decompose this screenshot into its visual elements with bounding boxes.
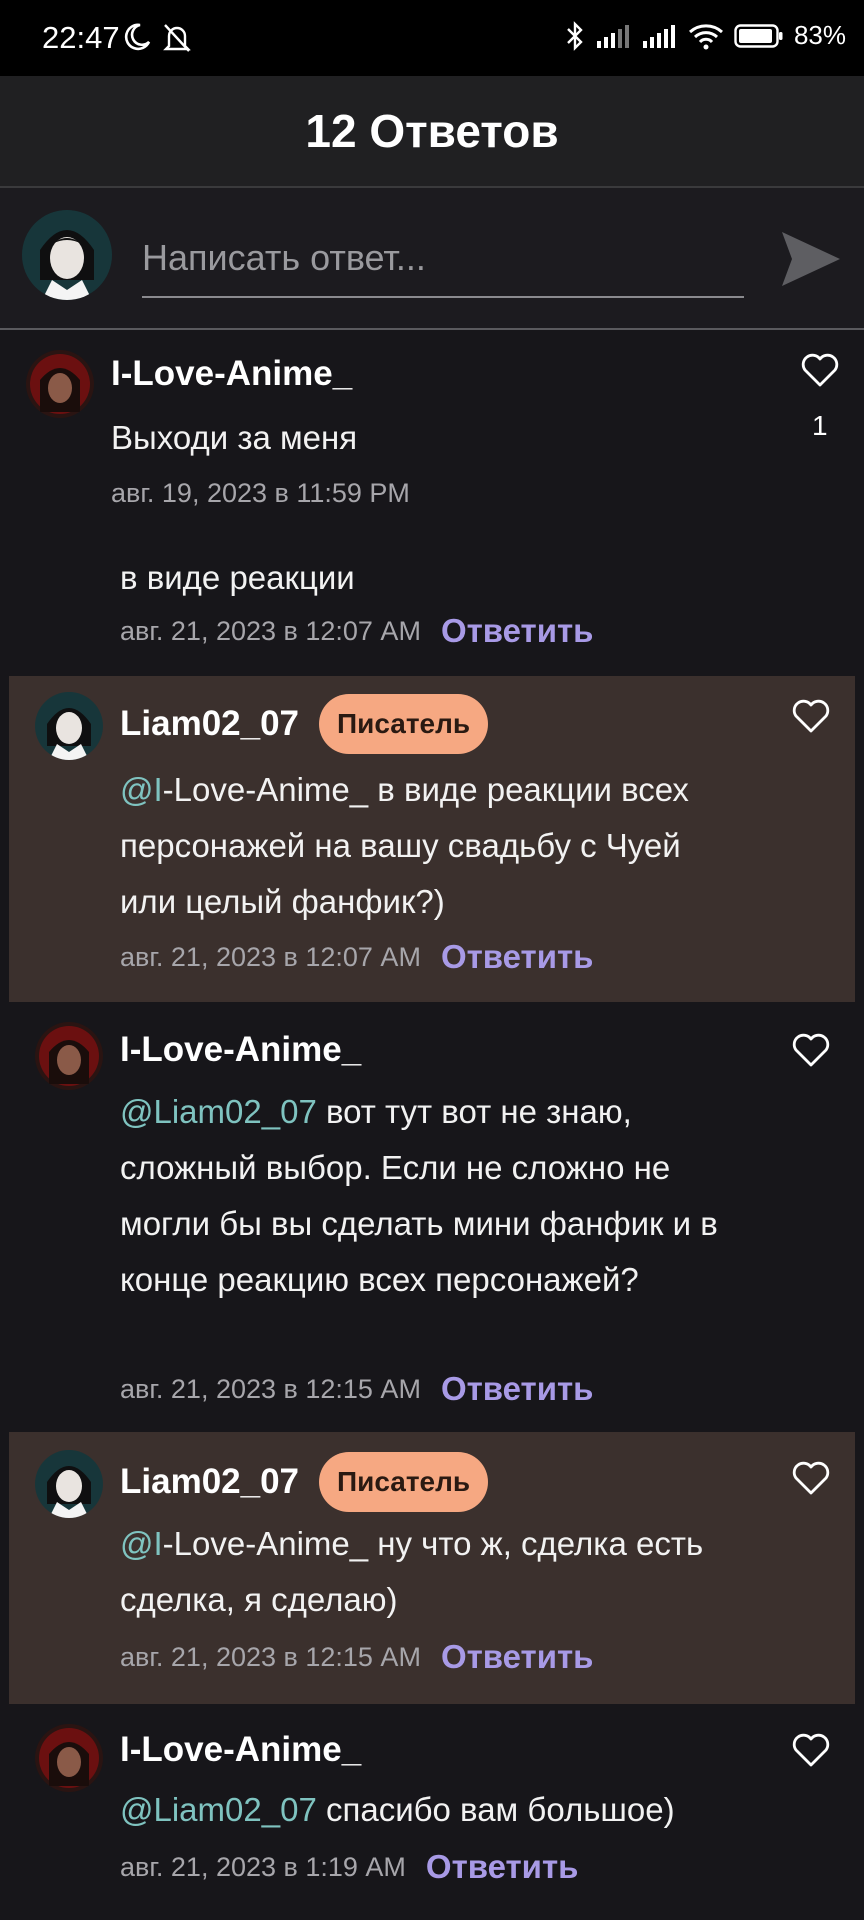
comment-item-writer: Liam02_07 Писатель @I-Love-Anime_ ну что… [9, 1432, 855, 1704]
like-heart-icon[interactable] [791, 1732, 831, 1768]
author-avatar[interactable] [35, 692, 103, 760]
comment-date: авг. 21, 2023 в 12:15 AM [120, 1373, 421, 1404]
like-heart-icon[interactable] [800, 352, 840, 388]
comment-meta: авг. 21, 2023 в 12:15 AM Ответить [120, 1638, 593, 1676]
send-icon[interactable] [778, 228, 844, 290]
comment-meta: авг. 21, 2023 в 12:07 AM Ответить [120, 612, 593, 650]
my-avatar [22, 210, 112, 300]
comment-date: авг. 19, 2023 в 11:59 PM [111, 478, 410, 508]
comment-text: Выходи за меня [111, 419, 358, 456]
author-avatar[interactable] [26, 350, 94, 418]
comment-text: @I-Love-Anime_ ну что ж, сделка есть сде… [120, 1525, 704, 1618]
status-time: 22:47 [42, 20, 120, 55]
like-count: 1 [812, 410, 828, 441]
like-heart-icon[interactable] [791, 1460, 831, 1496]
comment-date: авг. 21, 2023 в 12:15 AM [120, 1641, 421, 1672]
author-avatar[interactable] [35, 1450, 103, 1518]
bluetooth-icon [567, 20, 583, 51]
comment-author[interactable]: I-Love-Anime_ [120, 1030, 361, 1070]
reply-compose: Написать ответ... [0, 188, 864, 330]
battery-percent: 83% [793, 20, 846, 50]
comment-text: в виде реакции [120, 559, 355, 596]
moon-icon [124, 23, 151, 51]
comment-item: I-Love-Anime_ @Liam02_07 спасибо вам бол… [0, 1706, 864, 1920]
comment-meta: авг. 21, 2023 в 12:15 AM Ответить [120, 1370, 593, 1408]
reply-button[interactable]: Ответить [441, 612, 594, 650]
comment-meta: авг. 21, 2023 в 12:07 AM Ответить [120, 938, 593, 976]
comment-author[interactable]: I-Love-Anime_ [111, 354, 352, 394]
comment-text: @Liam02_07 вот тут вот не знаю, сложный … [120, 1093, 718, 1298]
mention-link[interactable]: @Liam02_07 [120, 1093, 317, 1130]
comment-author[interactable]: I-Love-Anime_ [120, 1730, 361, 1770]
comment-date: авг. 21, 2023 в 12:07 AM [120, 615, 421, 646]
writer-badge: Писатель [319, 1452, 489, 1512]
comment-text: @Liam02_07 спасибо вам большое) [120, 1791, 675, 1828]
signal-icon [596, 24, 629, 48]
bell-muted-icon [163, 24, 191, 52]
like-heart-icon[interactable] [791, 1032, 831, 1068]
comment-item-writer: Liam02_07 Писатель @I-Love-Anime_ в виде… [9, 676, 855, 1002]
page-title: 12 Ответов [305, 105, 559, 157]
reply-button[interactable]: Ответить [441, 1370, 594, 1408]
mention-link[interactable]: @Liam02_07 [120, 1791, 317, 1828]
comment-author[interactable]: Liam02_07 [120, 704, 299, 744]
author-avatar[interactable] [35, 1724, 103, 1792]
signal-icon-2 [642, 24, 675, 48]
status-icons: 83% [564, 20, 846, 51]
like-heart-icon[interactable] [791, 698, 831, 734]
comment-item: I-Love-Anime_ Выходи за меня авг. 19, 20… [0, 330, 864, 530]
comment-date: авг. 21, 2023 в 12:07 AM [120, 941, 421, 972]
battery-icon [734, 23, 783, 48]
reply-button[interactable]: Ответить [441, 938, 594, 976]
comment-text: @I-Love-Anime_ в виде реакции всех персо… [120, 771, 689, 920]
comment-item: I-Love-Anime_ @Liam02_07 вот тут вот не … [0, 1004, 864, 1428]
comment-date: авг. 21, 2023 в 1:19 AM [120, 1851, 406, 1882]
header: 12 Ответов [0, 76, 864, 188]
wifi-icon [688, 23, 723, 49]
reply-button[interactable]: Ответить [426, 1848, 579, 1886]
mention-link[interactable]: @I [120, 771, 163, 808]
mention-link[interactable]: @I [120, 1525, 163, 1562]
author-avatar[interactable] [35, 1022, 103, 1090]
comment-meta: авг. 21, 2023 в 1:19 AM Ответить [120, 1848, 578, 1886]
comment-item: в виде реакции авг. 21, 2023 в 12:07 AM … [0, 530, 864, 672]
reply-button[interactable]: Ответить [441, 1638, 594, 1676]
status-bar: 22:47 83% [0, 0, 864, 76]
reply-input[interactable]: Написать ответ... [142, 220, 744, 298]
writer-badge: Писатель [319, 694, 489, 754]
comment-author[interactable]: Liam02_07 [120, 1462, 299, 1502]
